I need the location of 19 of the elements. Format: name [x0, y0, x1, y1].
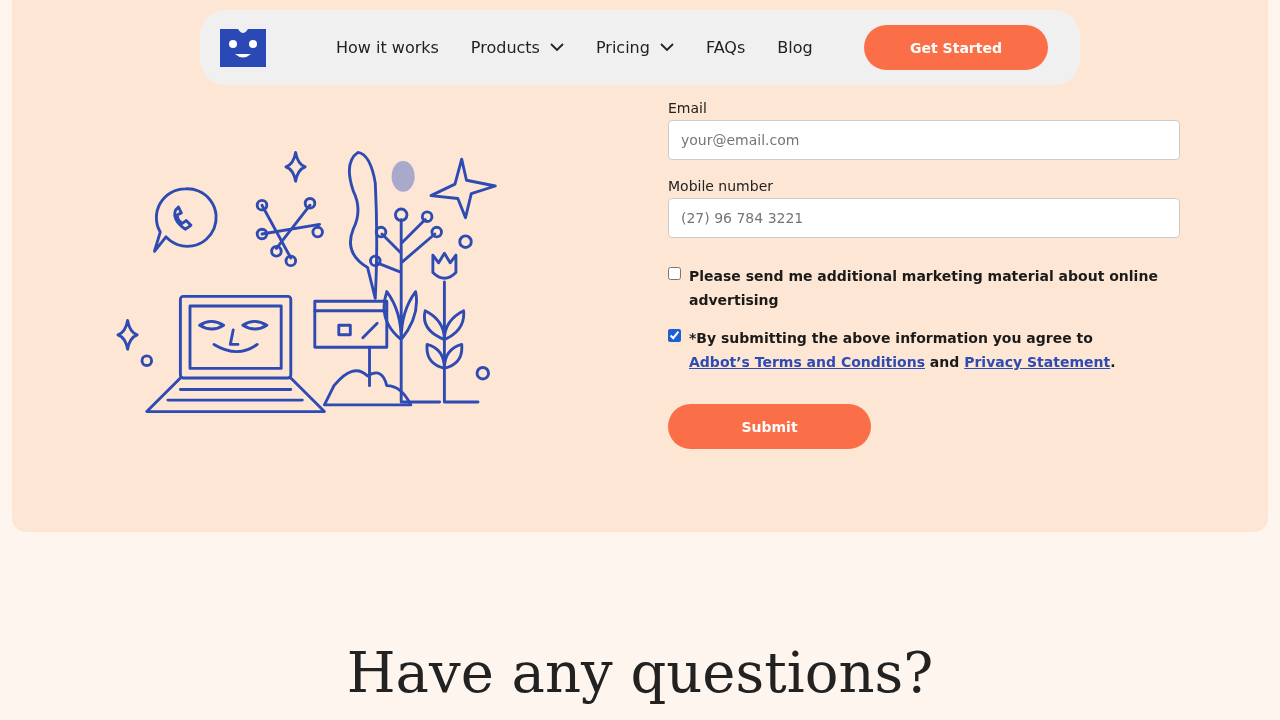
nav-link[interactable]: How it works: [336, 38, 439, 57]
nav-link[interactable]: Pricing: [595, 38, 674, 57]
logo-icon[interactable]: [220, 28, 266, 67]
policy-link[interactable]: Adbot’s Terms and Conditions: [689, 354, 925, 370]
faq-heading: Have any questions?: [345, 640, 935, 705]
consent-text: *By submitting the above information you agree to Adbot’s Terms and Conditions and Privacy Statement.: [689, 329, 1117, 372]
nav-link[interactable]: Blog: [777, 38, 813, 57]
input-field[interactable]: (27) 96 784 3221: [668, 198, 1180, 238]
consent-checkbox[interactable]: [668, 329, 681, 342]
consent-checkbox[interactable]: [668, 267, 681, 280]
chevron-down-icon[interactable]: [549, 43, 564, 52]
field-label: Mobile number: [668, 178, 774, 194]
nav-link[interactable]: FAQs: [705, 38, 746, 57]
input-field[interactable]: your@email.com: [668, 120, 1180, 160]
chevron-down-icon[interactable]: [659, 43, 674, 52]
consent-text: Please send me additional marketing material about online advertising: [689, 267, 1159, 310]
field-label: Email: [668, 100, 708, 116]
nav-link[interactable]: Products: [470, 38, 564, 57]
policy-link[interactable]: Privacy Statement: [964, 354, 1111, 370]
